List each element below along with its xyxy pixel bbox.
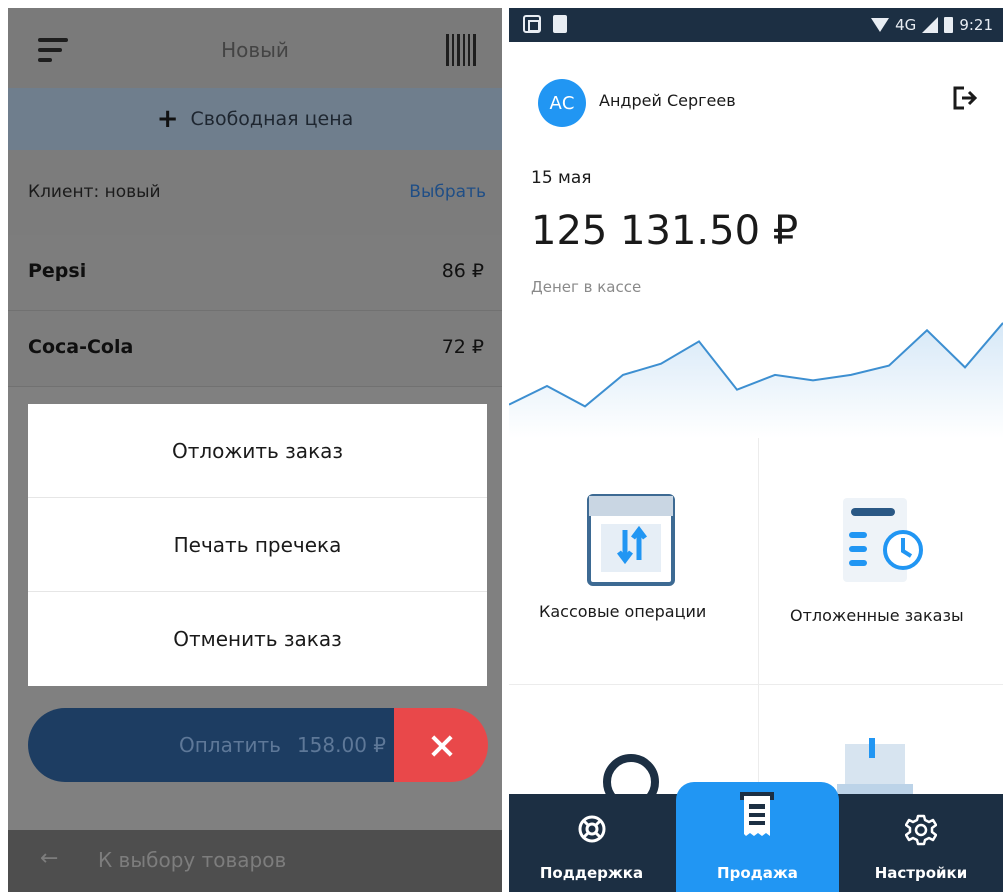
- cart-item-name: Coca-Cola: [28, 336, 134, 358]
- cart-item-price: 72 ₽: [441, 336, 484, 358]
- client-row: Клиент: новый Выбрать: [8, 150, 502, 235]
- box-icon[interactable]: [837, 734, 913, 798]
- client-label: Клиент: новый: [28, 182, 161, 202]
- order-screen: Новый + Свободная цена Клиент: новый Выб…: [8, 8, 502, 892]
- tab-sale[interactable]: Продажа: [676, 782, 839, 892]
- postpone-order-option[interactable]: Отложить заказ: [28, 404, 487, 498]
- cart-item-name: Pepsi: [28, 260, 87, 282]
- clear-order-button[interactable]: [394, 708, 488, 782]
- back-label: К выбору товаров: [98, 848, 287, 872]
- cash-amount: 125 131.50 ₽: [531, 208, 799, 254]
- postponed-orders-label[interactable]: Отложенные заказы: [790, 606, 964, 625]
- signal-icon: [922, 17, 939, 33]
- cash-operations-icon[interactable]: [587, 494, 675, 586]
- order-actions-menu: Отложить заказ Печать пречека Отменить з…: [28, 404, 487, 686]
- screenshot-icon: [523, 15, 541, 33]
- cancel-order-option[interactable]: Отменить заказ: [28, 592, 487, 686]
- print-precheck-option[interactable]: Печать пречека: [28, 498, 487, 592]
- tiles-grid: Кассовые операции Отложенные заказы: [509, 438, 1003, 798]
- tab-support-label: Поддержка: [539, 864, 644, 882]
- ring-icon[interactable]: [599, 742, 663, 798]
- avatar[interactable]: АС: [538, 79, 586, 127]
- tab-settings-label: Настройки: [874, 864, 968, 882]
- order-title: Новый: [221, 38, 289, 62]
- pay-amount: 158.00 ₽: [296, 733, 386, 757]
- status-bar: 4G 9:21: [509, 8, 1003, 42]
- receipt-icon: [740, 792, 774, 836]
- cash-chart: [509, 322, 1003, 438]
- cash-amount-label: Денег в кассе: [531, 278, 642, 296]
- tab-sale-label: Продажа: [717, 864, 798, 882]
- order-header: Новый: [8, 8, 502, 88]
- choose-client-link[interactable]: Выбрать: [409, 182, 486, 202]
- cart-item-price: 86 ₽: [441, 260, 484, 282]
- back-to-products-link[interactable]: ← К выбору товаров: [8, 830, 502, 892]
- barcode-icon[interactable]: [446, 34, 476, 66]
- user-name: Андрей Сергеев: [599, 91, 736, 110]
- summary-date: 15 мая: [531, 168, 592, 188]
- chart-area: [509, 322, 1003, 438]
- plus-icon: +: [156, 104, 179, 134]
- cart-item[interactable]: Coca-Cola 72 ₽: [8, 311, 502, 387]
- postponed-orders-icon[interactable]: [841, 494, 933, 586]
- dashboard-screen: 4G 9:21 АС Андрей Сергеев 15 мая 125 131…: [509, 8, 1003, 892]
- free-price-button[interactable]: + Свободная цена: [8, 88, 502, 150]
- free-price-label: Свободная цена: [190, 108, 354, 130]
- tab-support[interactable]: Поддержка: [509, 794, 674, 892]
- bottom-nav: Поддержка Продажа Настройки: [509, 782, 1003, 892]
- battery-icon: [944, 17, 954, 33]
- network-type: 4G: [895, 16, 917, 34]
- gear-icon: [905, 814, 937, 846]
- tab-settings[interactable]: Настройки: [839, 794, 1003, 892]
- clock: 9:21: [959, 16, 993, 34]
- cart-item[interactable]: Pepsi 86 ₽: [8, 235, 502, 311]
- pay-label: Оплатить: [178, 733, 281, 757]
- pay-button[interactable]: Оплатить 158.00 ₽: [28, 708, 414, 782]
- sd-card-icon: [553, 15, 567, 33]
- arrow-left-icon: ←: [40, 846, 59, 871]
- logout-icon[interactable]: [953, 86, 979, 110]
- wifi-icon: [871, 18, 890, 32]
- cash-operations-label[interactable]: Кассовые операции: [539, 602, 706, 621]
- lifebuoy-icon: [578, 815, 606, 843]
